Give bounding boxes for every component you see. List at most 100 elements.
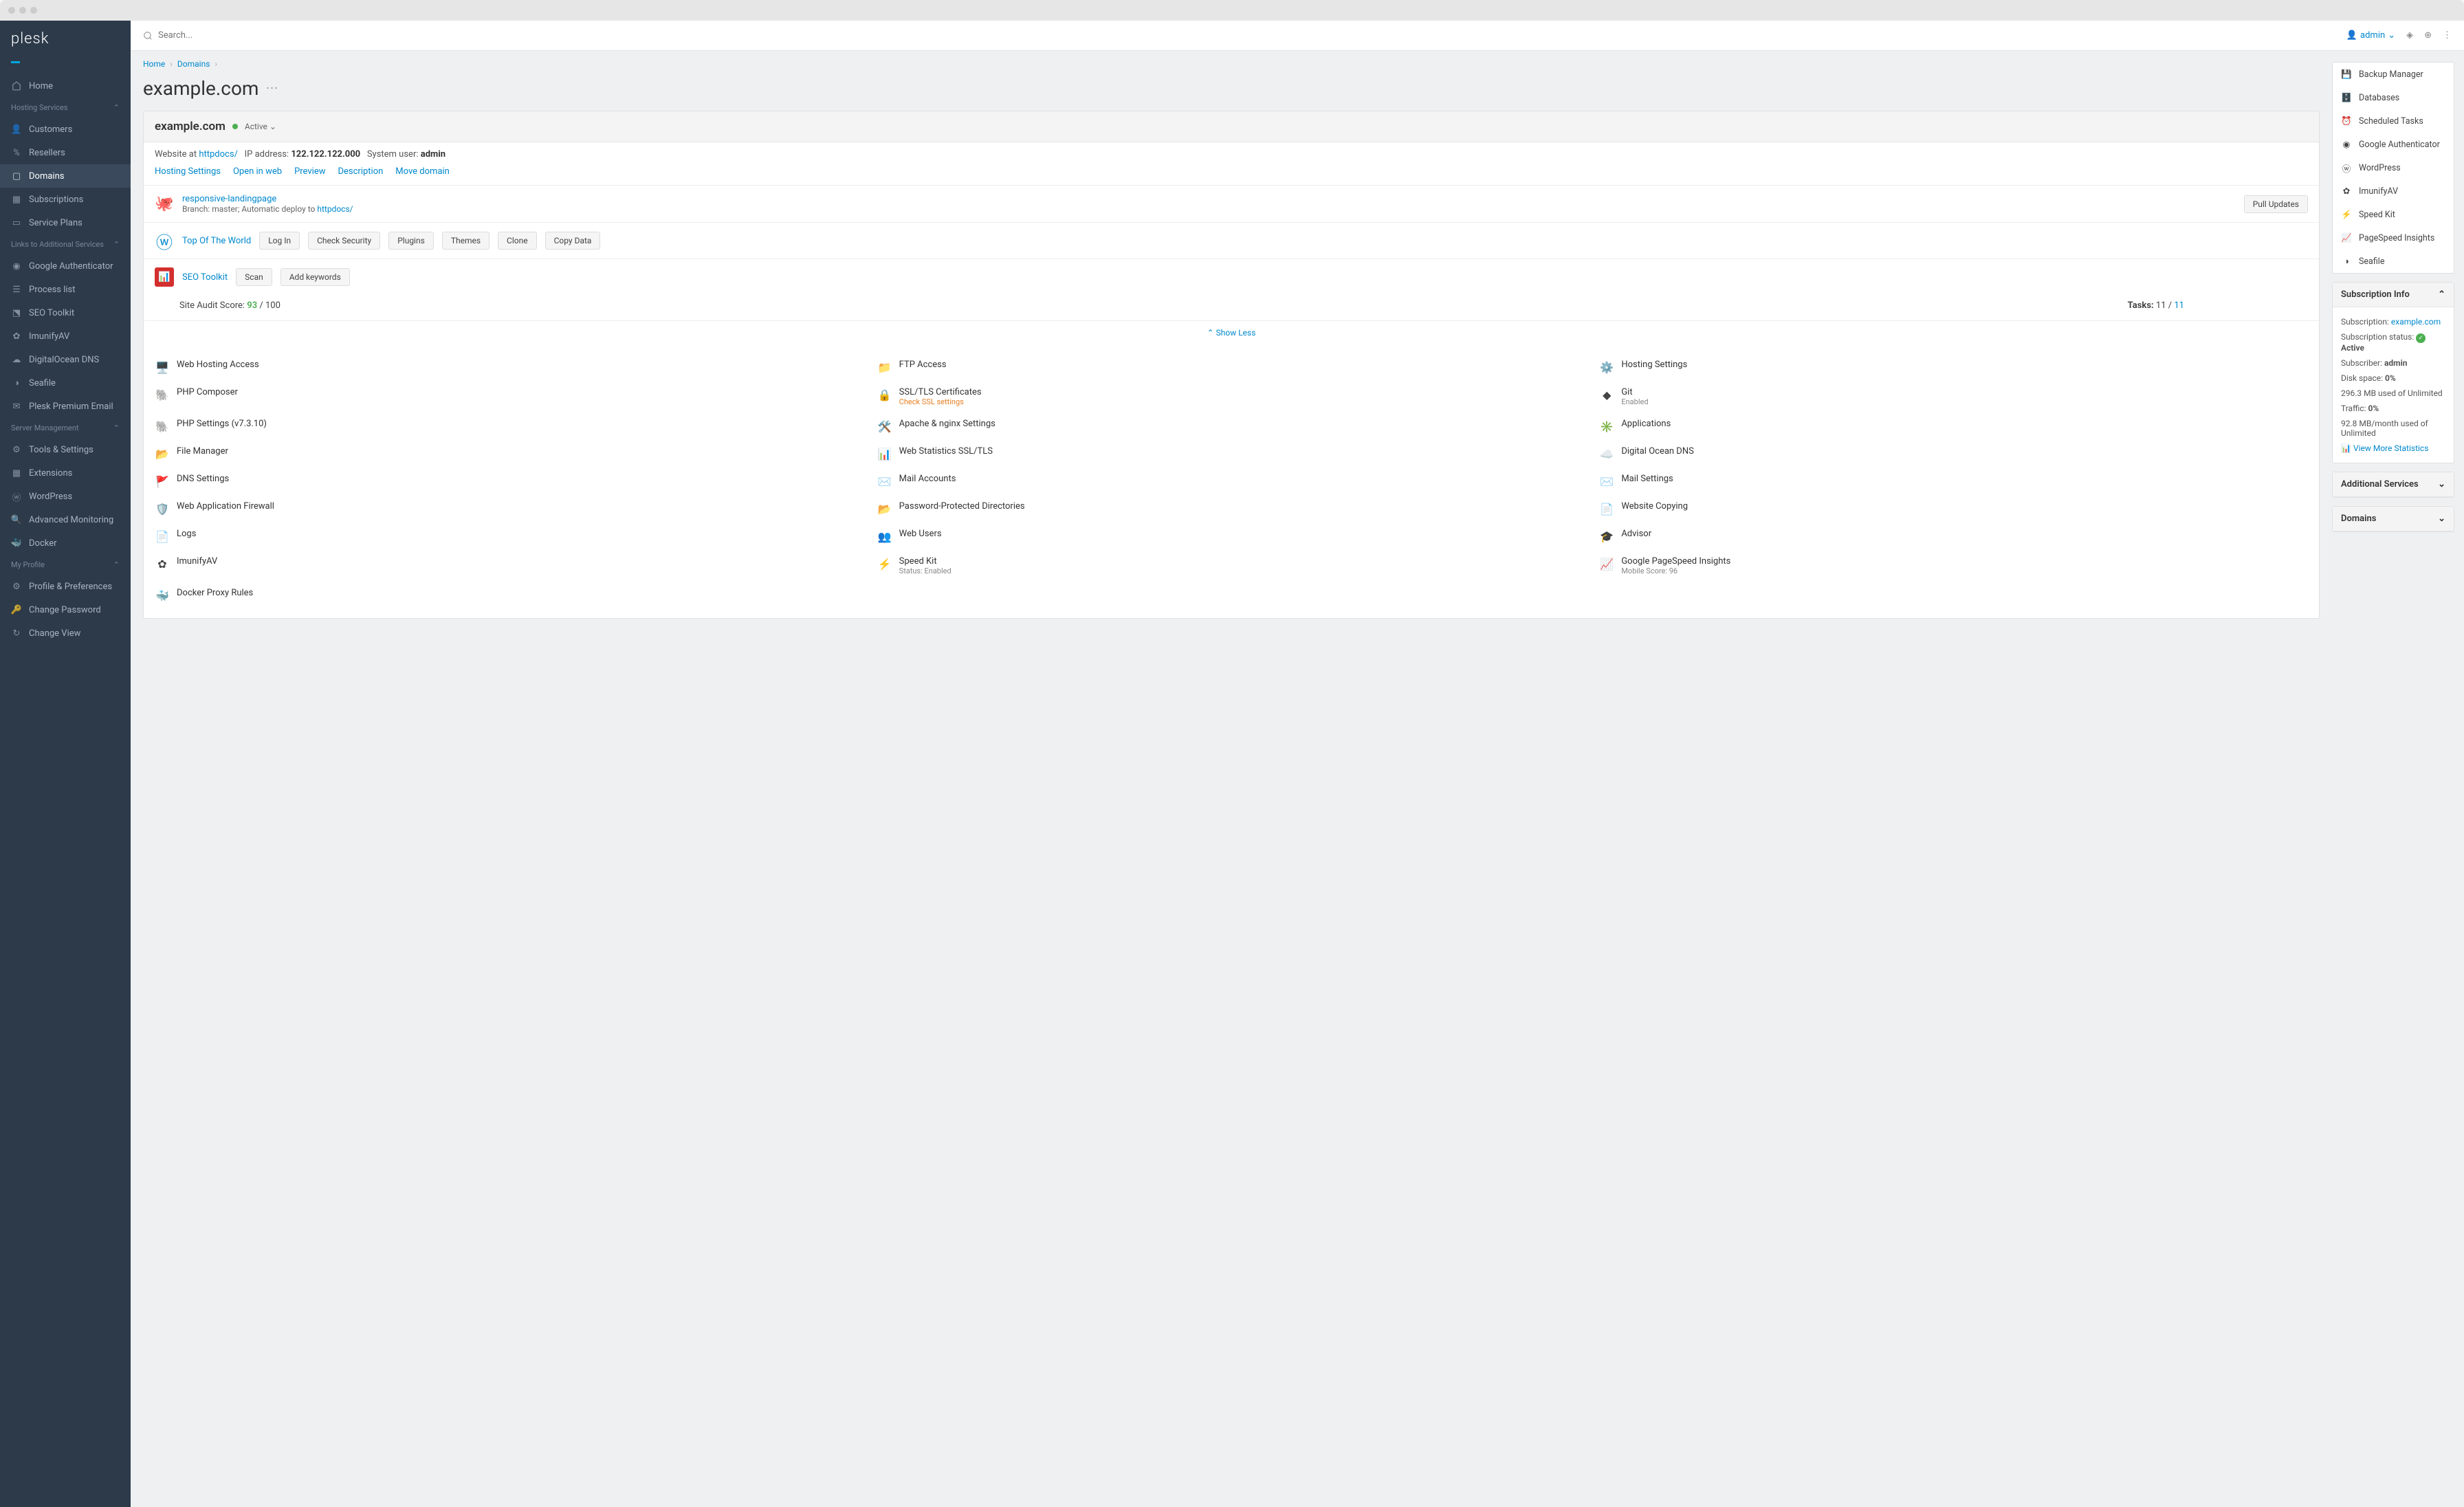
right-tool-item[interactable]: 💾Backup Manager [2333,63,2454,86]
tool-item[interactable]: ✿ImunifyAV [155,552,864,580]
tool-item[interactable]: 🎓Advisor [1599,525,2308,548]
tool-item[interactable]: ✉️Mail Accounts [877,470,1586,493]
seo-tasks-link[interactable]: 11 [2174,300,2184,311]
right-tool-item[interactable]: ✿ImunifyAV [2333,179,2454,203]
chevron-up-icon: ⌃ [113,240,120,249]
domain-status[interactable]: Active ⌄ [245,122,276,131]
notifications-icon[interactable]: ◈ [2406,30,2413,41]
tool-item[interactable]: ☁️Digital Ocean DNS [1599,442,2308,465]
nav-digitalocean[interactable]: ☁DigitalOcean DNS [0,348,131,371]
git-repo-link[interactable]: responsive-landingpage [182,194,2236,204]
wp-copy-button[interactable]: Copy Data [545,232,601,250]
tool-item[interactable]: 🚩DNS Settings [155,470,864,493]
tool-item[interactable]: ✉️Mail Settings [1599,470,2308,493]
additional-services-header[interactable]: Additional Services ⌄ [2333,472,2454,497]
nav-seo-toolkit[interactable]: ⬔SEO Toolkit [0,301,131,324]
nav-change-password[interactable]: 🔑Change Password [0,598,131,622]
nav-premium-email[interactable]: ✉Plesk Premium Email [0,395,131,418]
right-tool-item[interactable]: 🗄️Databases [2333,86,2454,109]
help-icon[interactable]: ⊕ [2424,30,2432,41]
show-less-toggle[interactable]: ⌃ Show Less [144,320,2319,344]
section-links[interactable]: Links to Additional Services⌃ [0,234,131,254]
right-tool-item[interactable]: ◑Seafile [2333,250,2454,273]
nav-process-list[interactable]: ☰Process list [0,278,131,301]
more-icon[interactable]: ⋮ [2443,30,2452,41]
tool-item[interactable]: ⚙️Hosting Settings [1599,355,2308,379]
nav-wordpress[interactable]: ⓦWordPress [0,485,131,508]
tool-item[interactable]: 📄Website Copying [1599,497,2308,520]
right-tool-item[interactable]: ◉Google Authenticator [2333,133,2454,156]
search-input[interactable] [158,30,2346,41]
tool-item[interactable]: 📊Web Statistics SSL/TLS [877,442,1586,465]
right-tool-item[interactable]: ⏰Scheduled Tasks [2333,109,2454,133]
tool-label: Password-Protected Directories [899,501,1025,512]
nav-service-plans[interactable]: ▭Service Plans [0,211,131,234]
tool-item[interactable]: 🛡️Web Application Firewall [155,497,864,520]
link-preview[interactable]: Preview [294,166,325,177]
domain-meta: Website at httpdocs/ IP address: 122.122… [144,142,2319,166]
tool-item[interactable]: 🐘PHP Composer [155,383,864,410]
link-description[interactable]: Description [338,166,383,177]
nav-docker[interactable]: 🐳Docker [0,531,131,555]
seo-keywords-button[interactable]: Add keywords [280,268,350,286]
wp-clone-button[interactable]: Clone [498,232,537,250]
sub-link[interactable]: example.com [2391,317,2441,327]
tool-item[interactable]: 🔒SSL/TLS CertificatesCheck SSL settings [877,383,1586,410]
tool-item[interactable]: 👥Web Users [877,525,1586,548]
tool-item[interactable]: 📈Google PageSpeed InsightsMobile Score: … [1599,552,2308,580]
wp-login-button[interactable]: Log In [259,232,300,250]
tool-item[interactable]: 🐘PHP Settings (v7.3.10) [155,415,864,438]
seo-scan-button[interactable]: Scan [236,268,272,286]
subscription-header[interactable]: Subscription Info ⌃ [2333,283,2454,307]
nav-google-auth[interactable]: ◉Google Authenticator [0,254,131,278]
breadcrumb-home[interactable]: Home [143,59,165,69]
right-tool-item[interactable]: ⚡Speed Kit [2333,203,2454,226]
link-move-domain[interactable]: Move domain [395,166,450,177]
tool-item[interactable]: 📂Password-Protected Directories [877,497,1586,520]
right-tool-item[interactable]: ⓦWordPress [2333,156,2454,179]
git-deploy-target[interactable]: httpdocs/ [317,204,353,214]
seo-link[interactable]: SEO Toolkit [182,272,228,283]
tool-item[interactable]: 🖥️Web Hosting Access [155,355,864,379]
nav-extensions[interactable]: ▦Extensions [0,461,131,485]
wp-plugins-button[interactable]: Plugins [388,232,434,250]
nav-seafile[interactable]: ◑Seafile [0,371,131,395]
tool-item[interactable]: 📁FTP Access [877,355,1586,379]
additional-services-panel: Additional Services ⌄ [2332,472,2454,498]
page-title-more[interactable]: ⋯ [265,81,278,96]
section-hosting[interactable]: Hosting Services⌃ [0,98,131,118]
wp-themes-button[interactable]: Themes [442,232,490,250]
website-at-link[interactable]: httpdocs/ [199,149,238,160]
tool-icon: ◆ [1599,387,1614,402]
link-hosting-settings[interactable]: Hosting Settings [155,166,221,177]
domains-header[interactable]: Domains ⌄ [2333,507,2454,531]
wp-site-link[interactable]: Top Of The World [182,236,251,246]
nav-imunifyav[interactable]: ✿ImunifyAV [0,324,131,348]
more-stats-link[interactable]: View More Statistics [2353,443,2428,453]
wp-security-button[interactable]: Check Security [308,232,380,250]
link-open-in-web[interactable]: Open in web [233,166,282,177]
pull-updates-button[interactable]: Pull Updates [2244,195,2308,213]
tool-item[interactable]: 🛠️Apache & nginx Settings [877,415,1586,438]
section-server[interactable]: Server Management⌃ [0,418,131,438]
nav-change-view[interactable]: ↻Change View [0,622,131,645]
nav-adv-monitoring[interactable]: 🔍Advanced Monitoring [0,508,131,531]
breadcrumb-domains[interactable]: Domains [177,59,210,69]
nav-subscriptions[interactable]: ▦Subscriptions [0,188,131,211]
nav-customers[interactable]: 👤Customers [0,118,131,141]
github-icon: 🐙 [155,195,174,214]
nav-domains[interactable]: ▢Domains [0,164,131,188]
tool-item[interactable]: ✳️Applications [1599,415,2308,438]
right-tool-item[interactable]: 📈PageSpeed Insights [2333,226,2454,250]
tool-item[interactable]: ⚡Speed KitStatus: Enabled [877,552,1586,580]
nav-resellers[interactable]: %Resellers [0,141,131,164]
nav-tools-settings[interactable]: ⚙Tools & Settings [0,438,131,461]
tool-item[interactable]: 📄Logs [155,525,864,548]
nav-profile-prefs[interactable]: ⚙Profile & Preferences [0,575,131,598]
user-menu[interactable]: 👤 admin ⌄ [2346,30,2395,41]
section-profile[interactable]: My Profile⌃ [0,555,131,575]
nav-home[interactable]: Home [0,74,131,98]
tool-item[interactable]: 🐳Docker Proxy Rules [155,584,864,607]
tool-item[interactable]: ◆GitEnabled [1599,383,2308,410]
tool-item[interactable]: 📂File Manager [155,442,864,465]
